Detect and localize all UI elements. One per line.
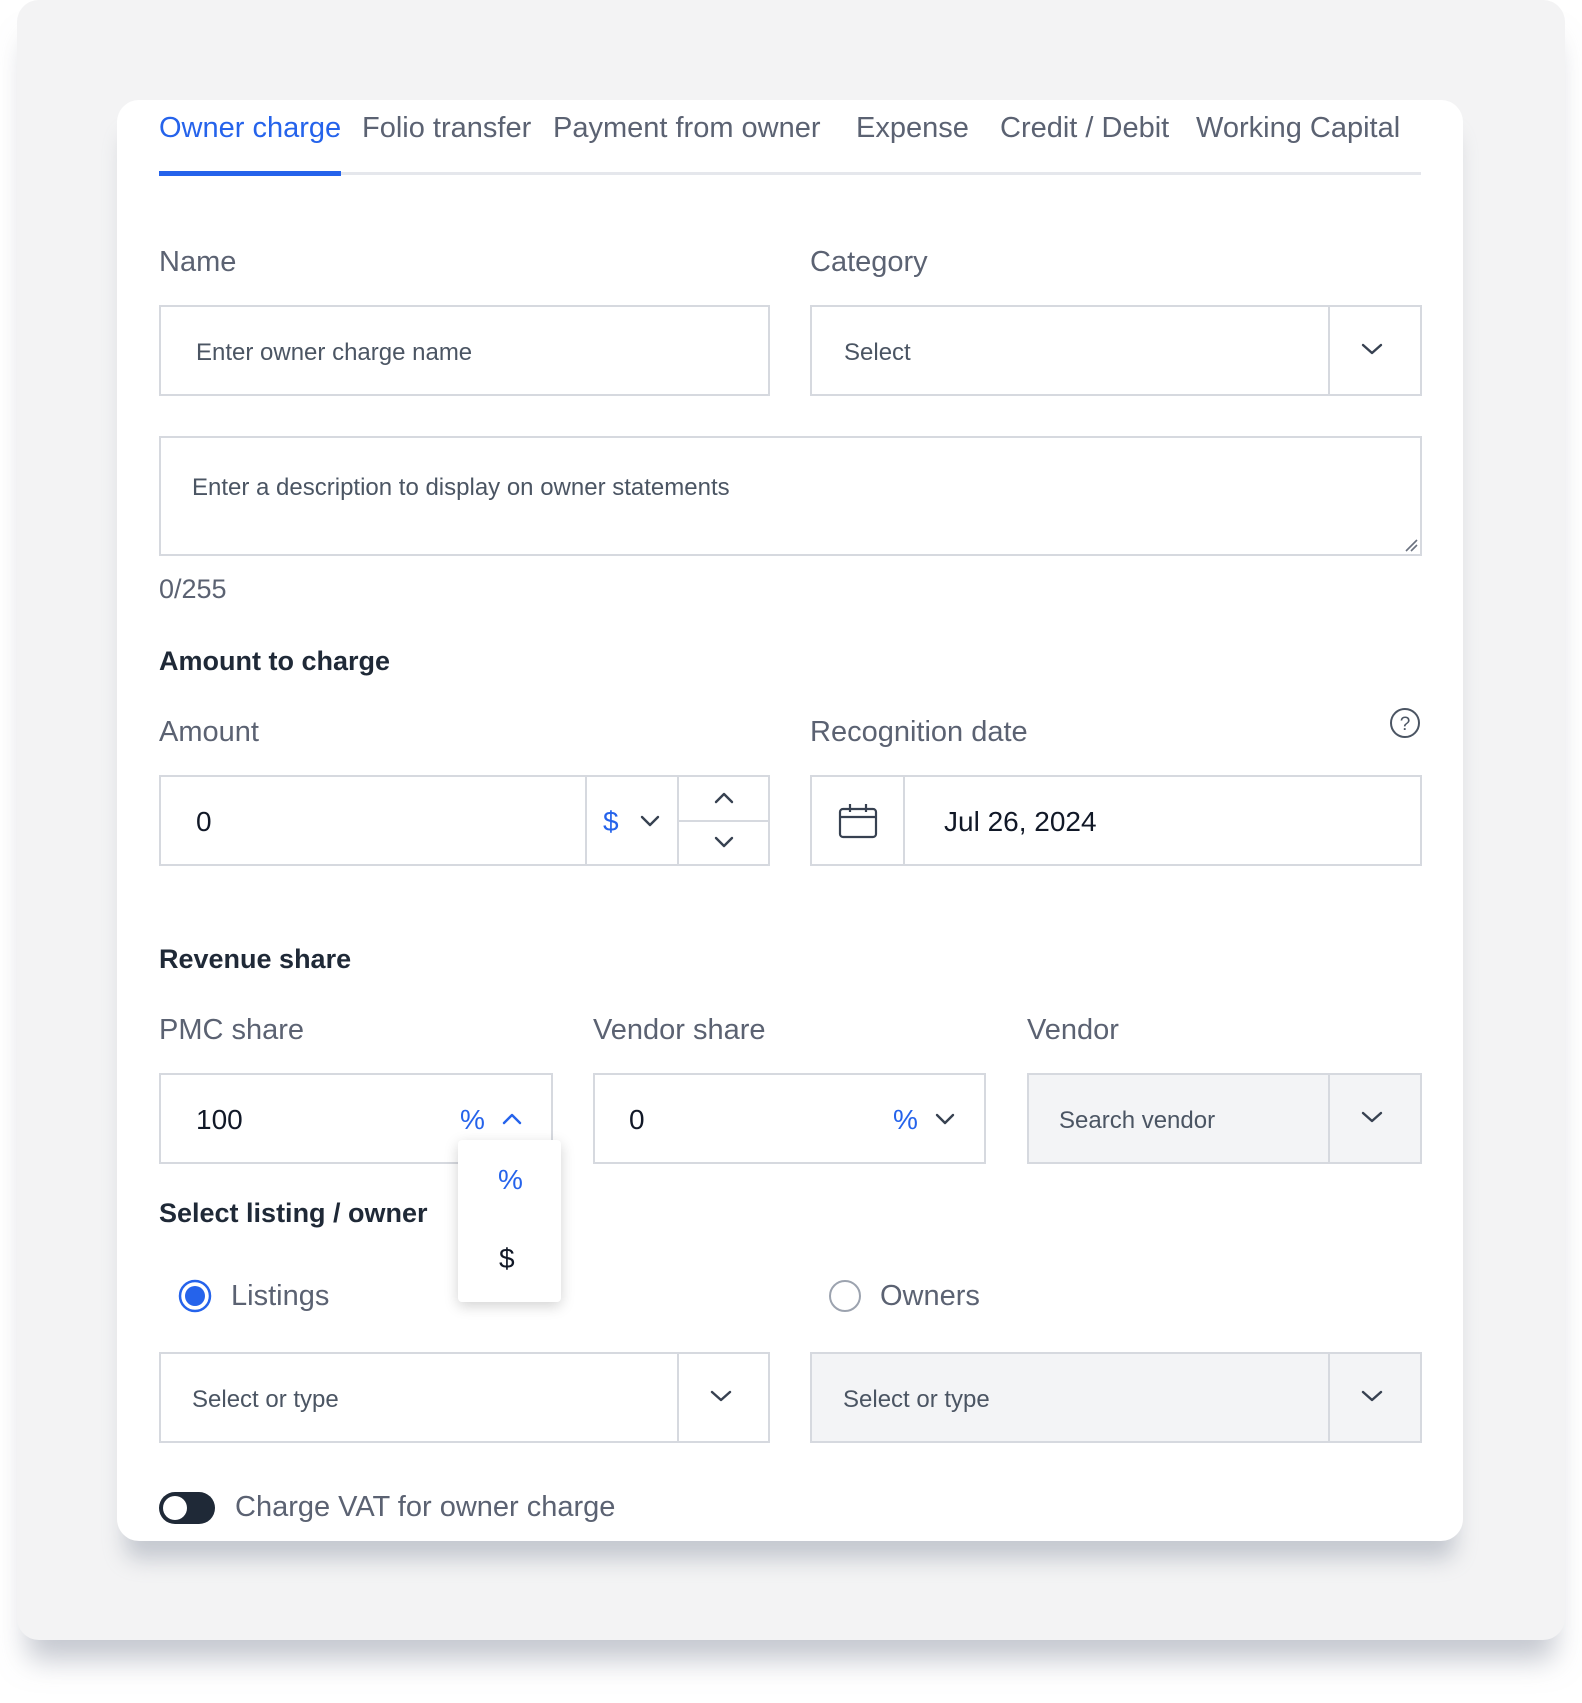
- svg-text:?: ?: [1400, 714, 1411, 735]
- listings-select[interactable]: Select or type: [159, 1352, 770, 1443]
- chevron-down-icon[interactable]: [709, 1388, 733, 1404]
- unit-dropdown-menu: % $: [458, 1140, 561, 1302]
- owners-select-placeholder: Select or type: [843, 1386, 990, 1413]
- chevron-up-icon[interactable]: [501, 1112, 523, 1126]
- tab-bar-divider: [159, 172, 1421, 175]
- amount-label: Amount: [159, 716, 259, 748]
- owners-select[interactable]: Select or type: [810, 1352, 1422, 1443]
- vendor-share-label: Vendor share: [593, 1014, 766, 1046]
- amount-section-title: Amount to charge: [159, 646, 391, 676]
- tab-owner-charge[interactable]: Owner charge: [159, 112, 341, 145]
- amount-value: 0: [196, 806, 212, 837]
- decrement-chevron-down-icon[interactable]: [713, 835, 735, 849]
- resize-handle-icon[interactable]: [1404, 538, 1418, 552]
- recognition-date-value: Jul 26, 2024: [944, 806, 1097, 837]
- owners-radio[interactable]: [828, 1279, 862, 1313]
- active-tab-indicator: [159, 171, 341, 176]
- category-label: Category: [810, 246, 928, 278]
- vat-toggle-label[interactable]: Charge VAT for owner charge: [235, 1491, 615, 1524]
- vendor-select[interactable]: Search vendor: [1027, 1073, 1422, 1164]
- description-counter: 0/255: [159, 574, 227, 604]
- tab-payment-from-owner[interactable]: Payment from owner: [553, 112, 821, 145]
- tab-credit-debit[interactable]: Credit / Debit: [1000, 112, 1169, 145]
- pmc-share-unit[interactable]: %: [460, 1104, 485, 1136]
- recognition-date-label: Recognition date: [810, 716, 1028, 748]
- category-select-placeholder: Select: [844, 339, 911, 366]
- chevron-down-icon[interactable]: [1360, 1388, 1384, 1404]
- category-select[interactable]: Select: [810, 305, 1422, 396]
- vendor-share-unit[interactable]: %: [893, 1104, 918, 1136]
- vat-toggle[interactable]: [159, 1492, 215, 1524]
- listings-radio[interactable]: [178, 1279, 212, 1313]
- currency-symbol[interactable]: $: [603, 806, 619, 838]
- listing-owner-title: Select listing / owner: [159, 1198, 428, 1228]
- name-input-placeholder: Enter owner charge name: [196, 339, 473, 366]
- revenue-share-title: Revenue share: [159, 944, 352, 974]
- amount-input[interactable]: 0 $: [159, 775, 770, 866]
- owners-radio-label[interactable]: Owners: [880, 1280, 980, 1313]
- description-textarea[interactable]: Enter a description to display on owner …: [159, 436, 1422, 556]
- pmc-share-value: 100: [196, 1104, 243, 1135]
- unit-option-dollar[interactable]: $: [499, 1243, 515, 1275]
- vendor-select-placeholder: Search vendor: [1059, 1107, 1216, 1134]
- vendor-share-value: 0: [629, 1104, 645, 1135]
- vendor-label: Vendor: [1027, 1014, 1119, 1046]
- chevron-down-icon[interactable]: [1360, 1109, 1384, 1125]
- chevron-down-icon[interactable]: [934, 1112, 956, 1126]
- tab-working-capital[interactable]: Working Capital: [1196, 112, 1400, 145]
- increment-chevron-up-icon[interactable]: [713, 791, 735, 805]
- description-placeholder: Enter a description to display on owner …: [192, 474, 730, 501]
- recognition-date-input[interactable]: Jul 26, 2024: [810, 775, 1422, 866]
- listings-radio-label[interactable]: Listings: [231, 1280, 329, 1313]
- calendar-icon[interactable]: [838, 803, 878, 839]
- vendor-share-input[interactable]: 0 %: [593, 1073, 986, 1164]
- pmc-share-label: PMC share: [159, 1014, 305, 1046]
- unit-option-percent[interactable]: %: [498, 1164, 523, 1196]
- chevron-down-icon[interactable]: [1360, 341, 1384, 357]
- name-label: Name: [159, 246, 237, 278]
- help-icon[interactable]: ?: [1389, 707, 1421, 739]
- listings-select-placeholder: Select or type: [192, 1386, 339, 1413]
- tab-folio-transfer[interactable]: Folio transfer: [362, 112, 531, 145]
- chevron-down-icon[interactable]: [639, 814, 661, 828]
- name-input[interactable]: Enter owner charge name: [159, 305, 770, 396]
- tab-expense[interactable]: Expense: [856, 112, 969, 145]
